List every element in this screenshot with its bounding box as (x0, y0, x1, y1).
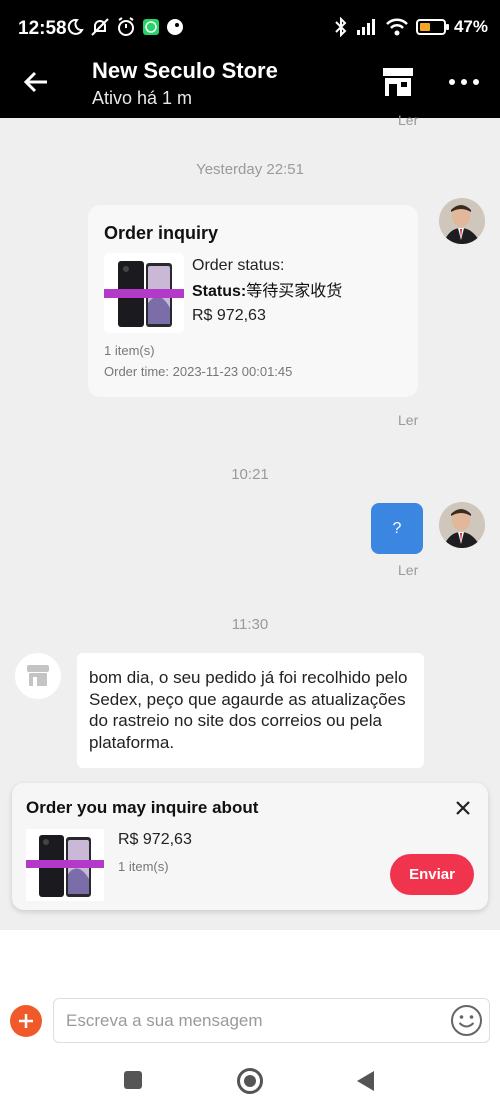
user-avatar[interactable] (439, 502, 485, 548)
system-navigation-bar (0, 1060, 500, 1111)
bluetooth-icon (335, 17, 347, 37)
battery-icon (415, 19, 449, 35)
chat-timestamp: Yesterday 22:51 (196, 161, 304, 178)
order-inquiry-card[interactable]: Order inquiry Order status: Status:等待买家收… (88, 205, 418, 397)
inquire-card-title: Order you may inquire about (26, 798, 259, 817)
order-item-count: 1 item(s) (104, 343, 155, 358)
recent-apps-button[interactable] (124, 1071, 142, 1089)
order-card-title: Order inquiry (104, 223, 219, 243)
app-notification-icon (167, 19, 183, 35)
product-thumbnail[interactable] (104, 253, 184, 333)
whatsapp-icon (143, 19, 159, 35)
status-time: 12:58 (18, 18, 67, 39)
arrow-left-icon (23, 71, 47, 93)
more-dot (473, 79, 479, 85)
store-name[interactable]: New Seculo Store (92, 58, 278, 84)
store-icon (383, 68, 413, 96)
add-attachment-button[interactable] (10, 1005, 42, 1037)
moon-icon (67, 18, 84, 35)
read-receipt: Ler (398, 112, 419, 128)
product-thumbnail[interactable] (26, 829, 104, 901)
home-dot (244, 1075, 256, 1087)
status-icons-left (66, 17, 184, 37)
order-status-label: Order status: (192, 257, 285, 274)
order-status-value: 等待买家收货 (246, 283, 343, 300)
inquire-price: R$ 972,63 (118, 831, 192, 848)
wifi-icon (386, 18, 408, 36)
phone-product-image (104, 253, 184, 333)
seller-avatar[interactable] (15, 653, 61, 699)
order-time: Order time: 2023-11-23 00:01:45 (104, 364, 293, 379)
close-button[interactable] (452, 797, 474, 819)
chat-timestamp: 11:30 (231, 616, 269, 633)
plus-icon (19, 1014, 33, 1028)
store-button[interactable] (380, 66, 416, 98)
send-order-button[interactable]: Enviar (390, 854, 474, 895)
order-status-prefix: Status: (192, 283, 247, 300)
close-icon (456, 801, 470, 815)
more-options-button[interactable] (444, 72, 484, 92)
top-bar: 12:58 47% New Seculo Store Ativo há 1 m (0, 0, 500, 118)
seller-message-bubble[interactable]: bom dia, o seu pedido já foi recolhido p… (77, 653, 424, 768)
status-bar: 12:58 47% (0, 0, 500, 56)
store-active-status: Ativo há 1 m (92, 88, 193, 108)
muted-bell-icon (91, 18, 109, 36)
more-dot (461, 79, 467, 85)
user-avatar[interactable] (439, 198, 485, 244)
back-button[interactable] (20, 66, 52, 98)
system-back-button[interactable] (357, 1071, 374, 1091)
user-avatar-image (439, 502, 485, 548)
signal-icon (356, 19, 375, 35)
alarm-icon (118, 17, 134, 36)
inquire-order-card[interactable]: Order you may inquire about R$ 972,63 1 … (12, 783, 488, 910)
user-avatar-image (439, 198, 485, 244)
phone-product-image (26, 829, 104, 901)
read-receipt: Ler (398, 412, 419, 428)
chat-timestamp: 10:21 (231, 466, 269, 483)
battery-level (419, 23, 431, 31)
inquire-item-count: 1 item(s) (118, 859, 169, 874)
store-icon (27, 665, 49, 686)
home-button[interactable] (237, 1068, 263, 1094)
emoji-button[interactable] (450, 1004, 483, 1037)
my-message-bubble[interactable]: ? (371, 503, 423, 554)
more-dot (449, 79, 455, 85)
order-status: Status:等待买家收货 (192, 277, 342, 301)
battery-percent: 47% (453, 17, 488, 36)
message-input[interactable] (53, 998, 490, 1043)
order-price: R$ 972,63 (192, 307, 266, 324)
read-receipt: Ler (398, 562, 419, 578)
status-icons-right: 47% (334, 17, 488, 37)
emoji-icon (451, 1005, 482, 1036)
